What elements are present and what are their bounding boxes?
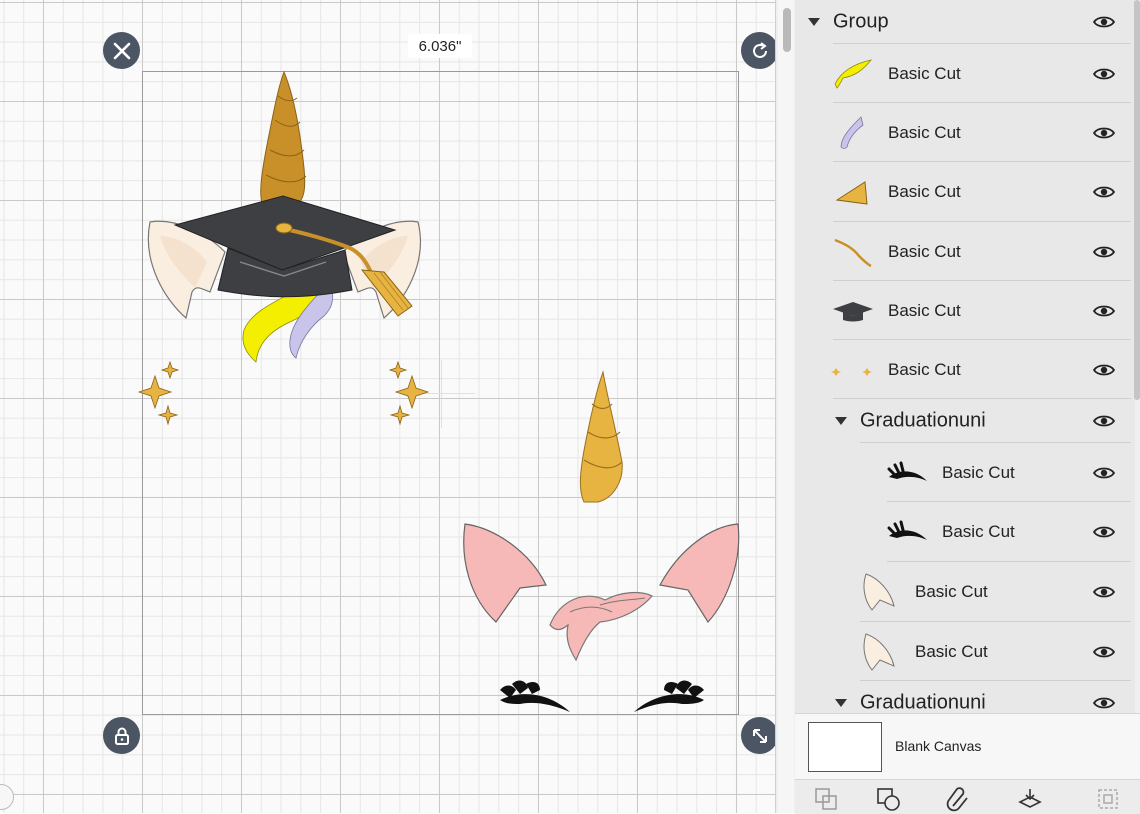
visibility-eye-icon[interactable] (1093, 303, 1115, 319)
rotate-icon (750, 41, 770, 61)
layer-name: Basic Cut (888, 182, 961, 202)
layers-panel: Group Basic Cut Basic Cut Basic Cut Basic Cu… (775, 0, 1140, 813)
layer-name: Basic Cut (888, 64, 961, 84)
layer-group-name: Graduationuni (860, 410, 986, 433)
layer-name: Basic Cut (888, 360, 961, 380)
slice-icon[interactable] (813, 786, 839, 812)
graduation-unicorn-group[interactable] (139, 72, 428, 424)
layer-name: Basic Cut (888, 242, 961, 262)
pink-ear-left (464, 524, 546, 622)
cream-ear-icon (858, 570, 902, 614)
resize-handle[interactable] (741, 717, 775, 754)
visibility-eye-icon[interactable] (1093, 524, 1115, 540)
layer-group-row[interactable]: Graduationuni (795, 681, 1135, 713)
layer-row[interactable]: Basic Cut (795, 222, 1135, 281)
visibility-eye-icon[interactable] (1093, 125, 1115, 141)
visibility-eye-icon[interactable] (1093, 244, 1115, 260)
design-canvas[interactable]: 6.036" (0, 0, 775, 813)
unicorn-face-group[interactable] (464, 372, 739, 712)
visibility-eye-icon[interactable] (1093, 584, 1115, 600)
gold-horn-top (261, 72, 305, 205)
eyelash-icon (885, 451, 929, 495)
gold-triangle-icon (831, 170, 875, 214)
tassel-icon (831, 230, 875, 274)
blank-canvas-thumbnail[interactable] (808, 722, 882, 772)
layer-row[interactable]: Basic Cut (795, 502, 1135, 562)
layer-name: Basic Cut (915, 642, 988, 662)
layer-group-name: Group (833, 11, 889, 34)
visibility-eye-icon[interactable] (1093, 465, 1115, 481)
visibility-eye-icon[interactable] (1093, 362, 1115, 378)
flatten-icon[interactable] (1017, 786, 1043, 812)
delete-handle[interactable] (103, 32, 140, 69)
layer-name: Basic Cut (942, 463, 1015, 483)
pink-ear-right (660, 524, 739, 622)
layers-list: Group Basic Cut Basic Cut Basic Cut Basic Cu… (795, 0, 1135, 713)
canvas-scrollbar-thumb[interactable] (783, 8, 791, 52)
visibility-eye-icon[interactable] (1093, 14, 1115, 30)
combine-icon[interactable] (875, 786, 901, 812)
layer-name: Basic Cut (915, 582, 988, 602)
blank-canvas-label: Blank Canvas (895, 738, 981, 754)
layer-row[interactable]: Basic Cut (795, 44, 1135, 103)
sparkles-icon (831, 348, 875, 392)
contour-icon[interactable] (1095, 786, 1121, 812)
layer-group-row[interactable]: Graduationuni (795, 399, 1135, 443)
lock-handle[interactable] (103, 717, 140, 754)
layers-scrollbar-thumb[interactable] (1134, 0, 1140, 400)
layer-row[interactable]: Basic Cut (795, 103, 1135, 162)
layer-group-row[interactable]: Group (795, 0, 1135, 44)
canvas-scrollbar-track[interactable] (778, 0, 794, 813)
rotate-handle[interactable] (741, 32, 775, 69)
unicode-artwork[interactable] (0, 0, 775, 813)
layers-toolbar (795, 779, 1140, 814)
lavender-ribbon-icon (831, 111, 875, 155)
close-icon (113, 42, 131, 60)
visibility-eye-icon[interactable] (1093, 66, 1115, 82)
attach-icon[interactable] (945, 786, 971, 812)
graduation-cap-icon (831, 289, 875, 333)
gold-horn-bottom (580, 372, 622, 502)
layer-row[interactable]: Basic Cut (795, 162, 1135, 222)
eyelash-icon (885, 510, 929, 554)
collapse-caret-icon[interactable] (835, 417, 847, 425)
visibility-eye-icon[interactable] (1093, 695, 1115, 711)
layer-name: Basic Cut (888, 301, 961, 321)
yellow-ribbon-icon (831, 52, 875, 96)
layer-group-name: Graduationuni (860, 692, 986, 714)
layer-row[interactable]: Basic Cut (795, 281, 1135, 340)
blank-canvas-row[interactable]: Blank Canvas (795, 713, 1140, 780)
visibility-eye-icon[interactable] (1093, 644, 1115, 660)
layer-row[interactable]: Basic Cut (795, 622, 1135, 681)
layer-name: Basic Cut (942, 522, 1015, 542)
eyelashes (500, 681, 704, 712)
lock-icon (113, 726, 131, 746)
sparkles (139, 362, 428, 424)
cream-ear-icon (858, 630, 902, 674)
layer-row[interactable]: Basic Cut (795, 340, 1135, 399)
visibility-eye-icon[interactable] (1093, 413, 1115, 429)
layer-row[interactable]: Basic Cut (795, 443, 1135, 502)
collapse-caret-icon[interactable] (808, 18, 820, 26)
layer-row[interactable]: Basic Cut (795, 562, 1135, 622)
collapse-caret-icon[interactable] (835, 699, 847, 707)
resize-icon (750, 726, 770, 746)
visibility-eye-icon[interactable] (1093, 184, 1115, 200)
pink-mane (550, 593, 652, 660)
layer-name: Basic Cut (888, 123, 961, 143)
